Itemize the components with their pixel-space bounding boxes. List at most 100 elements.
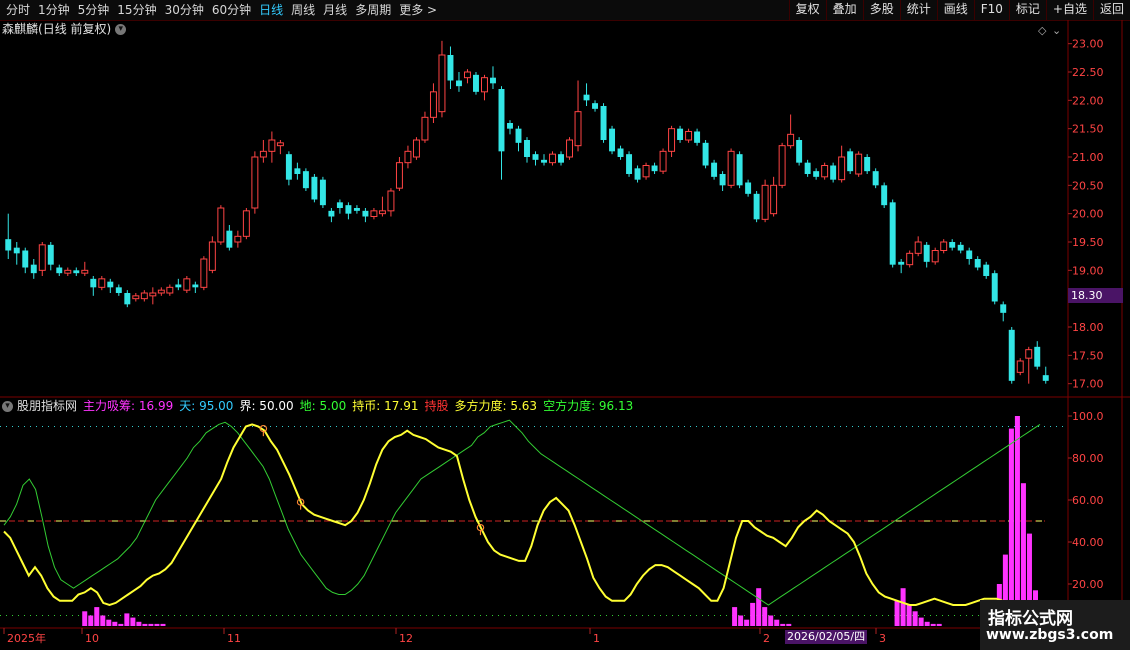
candle-body-down xyxy=(175,284,182,288)
candle-body-up xyxy=(183,278,191,291)
candle-body-up xyxy=(574,111,582,147)
accumulation-bar xyxy=(142,623,148,626)
candle-body-up xyxy=(38,244,46,271)
candle-body-down xyxy=(447,55,454,81)
candle-body-down xyxy=(13,247,20,254)
candle-body-up xyxy=(761,184,769,220)
candle-body-up xyxy=(412,139,420,158)
candle-body-down xyxy=(872,171,879,186)
price-axis-label: 17.50 xyxy=(1072,349,1104,362)
candle-body-down xyxy=(498,89,505,152)
candle-body-down xyxy=(583,94,590,101)
candle-body-down xyxy=(923,244,930,262)
candle-body-down xyxy=(830,165,837,180)
candle-body-up xyxy=(140,292,148,300)
candle-body-up xyxy=(395,162,403,189)
candle-body-down xyxy=(847,151,854,172)
candle-body-down xyxy=(490,77,496,84)
candle-body-down xyxy=(524,140,530,157)
accumulation-bar xyxy=(900,588,906,626)
candle-body-down xyxy=(617,148,624,157)
candle-body-down xyxy=(702,142,709,166)
indicator-axis-label: 60.00 xyxy=(1072,494,1104,507)
candle-body-down xyxy=(56,267,63,274)
accumulation-bar xyxy=(148,623,154,626)
candle-body-down xyxy=(47,244,54,265)
kline-chart[interactable]: 23.00 22.50 22.00 21.50 21.00 20.50 20.00 19.50… xyxy=(0,0,1130,650)
candle-body-up xyxy=(276,142,284,147)
accumulation-bar xyxy=(924,621,930,626)
accumulation-bar xyxy=(732,607,738,626)
indicator-legend-item-0: 主力吸筹: 16.99 xyxy=(83,399,174,413)
candle-body-down xyxy=(804,162,811,174)
candle-body-down xyxy=(957,244,964,251)
candle-body-down xyxy=(864,157,871,172)
indicator-axis-label: 80.00 xyxy=(1072,452,1104,465)
hover-date-label: 2026/02/05/四 xyxy=(785,630,868,644)
price-axis-label: 21.00 xyxy=(1072,151,1104,164)
candle-body-down xyxy=(898,261,905,265)
candle-body-down xyxy=(609,128,616,152)
candle-body-down xyxy=(90,278,97,288)
indicator-legend-item-3: 地: 5.00 xyxy=(299,399,347,413)
accumulation-bar xyxy=(160,623,166,626)
candle-body-down xyxy=(124,293,131,305)
candle-body-down xyxy=(796,140,803,163)
candle-body-down xyxy=(634,168,641,180)
candle-body-down xyxy=(515,128,522,143)
candle-body-up xyxy=(242,210,250,237)
accumulation-bar xyxy=(894,600,900,626)
indicator-name[interactable]: 股朋指标网 xyxy=(17,398,77,414)
accumulation-bar xyxy=(918,617,924,626)
chevron-down-icon: ⌄ xyxy=(1052,24,1061,37)
candle-body-up xyxy=(931,250,939,263)
price-axis-label: 21.50 xyxy=(1072,123,1104,136)
candle-body-up xyxy=(81,269,89,274)
accumulation-bar xyxy=(118,623,124,626)
price-axis-label: 17.00 xyxy=(1072,378,1104,391)
candle-body-down xyxy=(881,185,888,206)
candle-body-down xyxy=(5,239,12,251)
accumulation-bar xyxy=(762,607,768,626)
diamond-icon: ◇ xyxy=(1038,24,1047,37)
candle-body-down xyxy=(889,202,896,265)
candle-body-down xyxy=(319,179,326,206)
candle-body-up xyxy=(149,292,157,297)
candle-body-down xyxy=(22,250,29,268)
price-axis-label: 22.50 xyxy=(1072,66,1104,79)
candle-body-up xyxy=(838,156,846,181)
candle-body-up xyxy=(200,258,208,288)
candle-body-up xyxy=(778,145,786,186)
candle-body-down xyxy=(966,250,973,259)
candle-body-up xyxy=(821,165,829,178)
candle-body-up xyxy=(157,289,165,294)
accumulation-bar xyxy=(744,619,750,626)
accumulation-bar xyxy=(136,621,142,626)
candle-body-up xyxy=(387,190,395,212)
candle-body-up xyxy=(421,116,429,141)
candle-body-down xyxy=(472,74,479,92)
accumulation-bar xyxy=(130,617,136,626)
candle-body-down xyxy=(353,208,360,211)
candle-body-down xyxy=(294,168,301,174)
candle-body-up xyxy=(1025,349,1033,359)
accumulation-bar xyxy=(82,611,88,626)
candle-body-up xyxy=(251,156,259,209)
candle-body-down xyxy=(651,165,658,172)
candle-body-down xyxy=(541,159,547,163)
bull-strength-line xyxy=(3,423,1040,609)
candle-body-up xyxy=(463,71,471,79)
candle-body-down xyxy=(753,193,760,220)
candle-body-down xyxy=(532,154,539,160)
candle-body-up xyxy=(914,241,922,254)
candle-body-down xyxy=(991,273,998,302)
time-axis-label: 2025年 xyxy=(7,631,46,645)
candle-body-up xyxy=(659,150,667,172)
accumulation-bar xyxy=(774,619,780,626)
candle-body-up xyxy=(668,128,676,152)
candle-body-down xyxy=(1000,304,1007,313)
indicator-options-icon[interactable]: ▾ xyxy=(2,400,13,412)
candle-body-up xyxy=(940,241,948,251)
candle-body-down xyxy=(455,80,462,87)
candle-body-down xyxy=(558,154,564,163)
